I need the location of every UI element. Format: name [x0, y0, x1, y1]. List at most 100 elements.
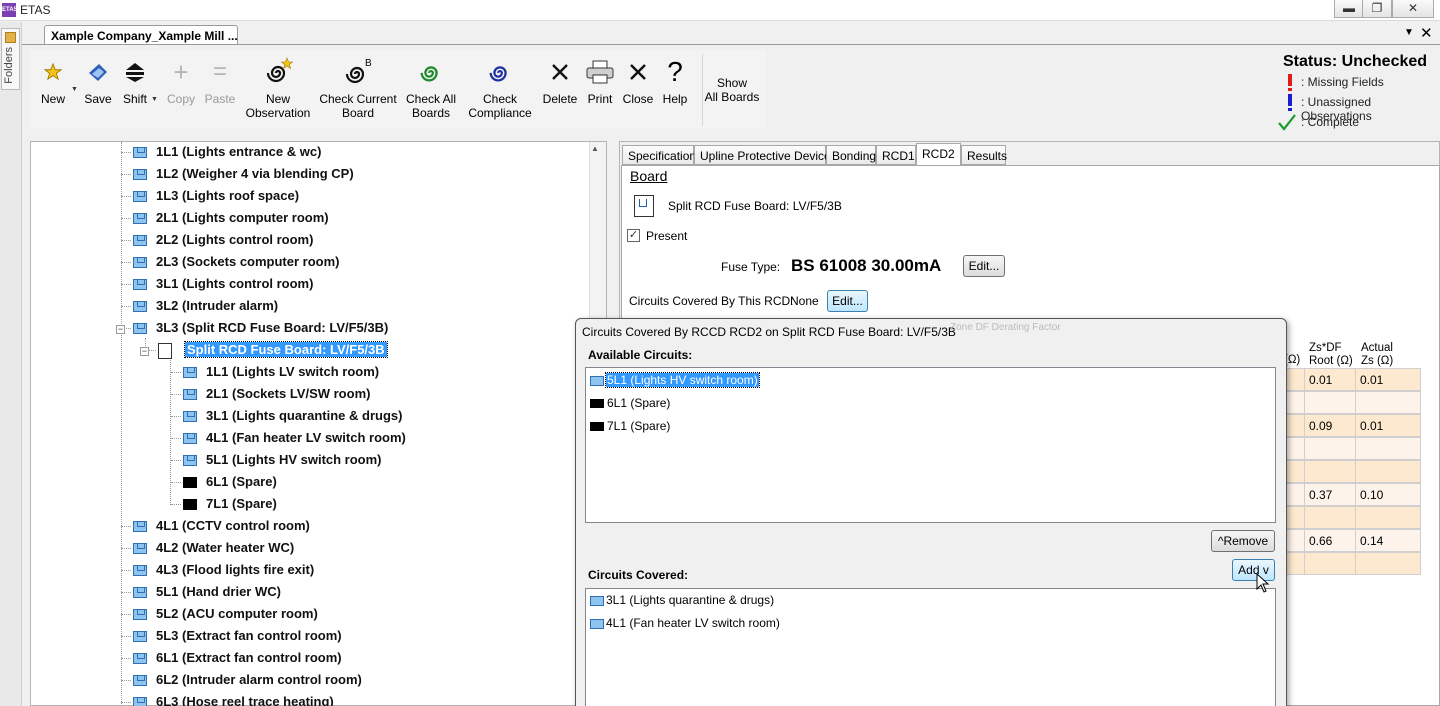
save-icon	[89, 64, 107, 81]
list-item[interactable]: 4L1 (Fan heater LV switch room)	[590, 615, 780, 632]
tree-node-circuit[interactable]: 4L1 (Fan heater LV switch room)	[183, 428, 406, 448]
close-button[interactable]: Close	[620, 58, 656, 106]
tree-node-circuit[interactable]: 2L3 (Sockets computer room)	[133, 252, 340, 272]
results-cell-zsdf	[1304, 437, 1356, 460]
new-observation-button[interactable]: New Observation	[242, 57, 314, 120]
tree-connector	[121, 702, 131, 703]
list-item[interactable]: 6L1 (Spare)	[590, 395, 670, 412]
check-all-boards-button[interactable]: Check All Boards	[402, 58, 460, 120]
tree-node-circuit[interactable]: 5L3 (Extract fan control room)	[133, 626, 342, 646]
tab-bonding[interactable]: Bonding	[826, 145, 876, 165]
spiral-star-icon	[266, 57, 293, 83]
shift-button[interactable]: Shift	[118, 58, 152, 106]
tree-node-circuit[interactable]: 6L2 (Intruder alarm control room)	[133, 670, 362, 690]
tree-node-circuit[interactable]: 5L2 (ACU computer room)	[133, 604, 318, 624]
board-link[interactable]: Board	[630, 168, 667, 184]
circuit-icon	[133, 279, 147, 291]
close-tab-icon[interactable]: ✕	[1420, 24, 1433, 42]
tree-node-label: Split RCD Fuse Board: LV/F5/3B	[184, 341, 388, 358]
circuit-icon	[133, 169, 147, 181]
document-tab[interactable]: Xample Company_Xample Mill ...	[44, 25, 238, 45]
tab-results[interactable]: Results	[961, 145, 1007, 165]
edit-fuse-type-button[interactable]: Edit...	[963, 255, 1005, 277]
list-item[interactable]: 7L1 (Spare)	[590, 418, 670, 435]
tab-rcd1[interactable]: RCD1	[876, 145, 916, 165]
tree-node-circuit[interactable]: 6L1 (Spare)	[183, 472, 277, 492]
circuit-icon	[133, 147, 147, 159]
results-cell-actual: 0.10	[1355, 483, 1421, 506]
tree-node-circuit[interactable]: 1L2 (Weigher 4 via blending CP)	[133, 164, 354, 184]
tree-node-circuit[interactable]: 6L3 (Hose reel trace heating)	[133, 692, 334, 706]
paste-label: Paste	[204, 92, 236, 106]
tree-connector	[121, 152, 131, 153]
results-cell-zsdf: 0.66	[1304, 529, 1356, 552]
shift-dropdown-arrow-icon[interactable]: ▼	[151, 96, 158, 103]
complete-check-icon	[1278, 114, 1296, 131]
check-current-board-button[interactable]: B Check Current Board	[318, 58, 398, 120]
tree-node-circuit[interactable]: 1L1 (Lights LV switch room)	[183, 362, 379, 382]
circuit-icon	[133, 697, 147, 706]
collapse-toggle-icon[interactable]: −	[116, 325, 125, 334]
tree-node-circuit[interactable]: 3L2 (Intruder alarm)	[133, 296, 278, 316]
save-button[interactable]: Save	[82, 58, 114, 106]
tree-node-circuit[interactable]: 4L3 (Flood lights fire exit)	[133, 560, 314, 580]
check-compliance-button[interactable]: Check Compliance	[464, 58, 536, 120]
shift-icon	[126, 63, 144, 82]
results-cell-actual	[1355, 437, 1421, 460]
tree-node-label: 6L1 (Extract fan control room)	[156, 650, 342, 665]
tab-specification[interactable]: Specification	[622, 145, 696, 165]
tree-node-label: 1L2 (Weigher 4 via blending CP)	[156, 166, 354, 181]
check-compliance-label-1: Check	[482, 92, 517, 106]
help-button[interactable]: ? Help	[658, 58, 692, 107]
collapse-toggle-icon[interactable]: −	[140, 347, 149, 356]
tree-connector	[121, 636, 131, 637]
circuit-icon	[133, 609, 147, 621]
tab-rcd2[interactable]: RCD2	[916, 143, 961, 166]
tree-node-circuit[interactable]: 5L1 (Hand drier WC)	[133, 582, 281, 602]
tree-node-circuit[interactable]: 1L3 (Lights roof space)	[133, 186, 299, 206]
new-dropdown-arrow-icon[interactable]: ▼	[71, 86, 78, 93]
circuits-covered-value: None	[790, 294, 819, 308]
column-header-zsdf-1: Zs*DF	[1309, 342, 1342, 354]
delete-button[interactable]: Delete	[540, 58, 580, 106]
scroll-up-arrow-icon[interactable]: ▲	[591, 144, 599, 153]
results-cell-zsdf	[1304, 391, 1356, 414]
present-checkbox[interactable]: ✓	[627, 229, 640, 242]
tree-node-circuit[interactable]: 7L1 (Spare)	[183, 494, 277, 514]
svg-text:B: B	[365, 58, 372, 69]
print-button[interactable]: Print	[582, 58, 618, 106]
minimize-button[interactable]: ▬	[1334, 0, 1364, 18]
tree-node-circuit[interactable]: 2L1 (Lights computer room)	[133, 208, 329, 228]
tab-list-dropdown-icon[interactable]: ▼	[1404, 27, 1414, 38]
new-button[interactable]: New	[38, 58, 68, 106]
tree-node-circuit[interactable]: 4L2 (Water heater WC)	[133, 538, 294, 558]
paste-button[interactable]: = Paste	[202, 58, 238, 107]
remove-button[interactable]: ^Remove	[1211, 530, 1275, 552]
circuit-icon	[183, 411, 197, 423]
tree-node-circuit[interactable]: 2L1 (Sockets LV/SW room)	[183, 384, 370, 404]
tree-node-circuit[interactable]: 3L3 (Split RCD Fuse Board: LV/F5/3B)	[133, 318, 388, 338]
tree-node-circuit[interactable]: 3L1 (Lights quarantine & drugs)	[183, 406, 402, 426]
delete-label: Delete	[542, 92, 578, 106]
copy-button[interactable]: + Copy	[164, 58, 198, 106]
edit-circuits-button[interactable]: Edit...	[827, 290, 868, 312]
tree-node-circuit[interactable]: 2L2 (Lights control room)	[133, 230, 313, 250]
tree-node-circuit[interactable]: 4L1 (CCTV control room)	[133, 516, 310, 536]
missing-fields-icon	[1288, 74, 1292, 86]
available-circuits-list[interactable]	[585, 367, 1276, 523]
tab-upline-protective-device[interactable]: Upline Protective Device	[694, 145, 831, 165]
spiral-green-icon	[420, 66, 438, 82]
close-window-button[interactable]: ✕	[1392, 0, 1434, 18]
list-item[interactable]: 3L1 (Lights quarantine & drugs)	[590, 592, 774, 609]
tree-node-board[interactable]: Split RCD Fuse Board: LV/F5/3B	[158, 340, 388, 360]
list-item[interactable]: 5L1 (Lights HV switch room)	[590, 372, 760, 389]
tree-node-circuit[interactable]: 6L1 (Extract fan control room)	[133, 648, 342, 668]
tree-node-circuit[interactable]: 3L1 (Lights control room)	[133, 274, 313, 294]
tree-node-circuit[interactable]: 1L1 (Lights entrance & wc)	[133, 142, 321, 162]
show-all-boards-button[interactable]: Show All Boards	[702, 76, 762, 104]
window-title: ETAS	[20, 3, 51, 17]
present-label: Present	[646, 229, 688, 243]
maximize-button[interactable]: ❐	[1362, 0, 1392, 18]
tree-node-circuit[interactable]: 5L1 (Lights HV switch room)	[183, 450, 382, 470]
shift-label: Shift	[122, 92, 147, 106]
